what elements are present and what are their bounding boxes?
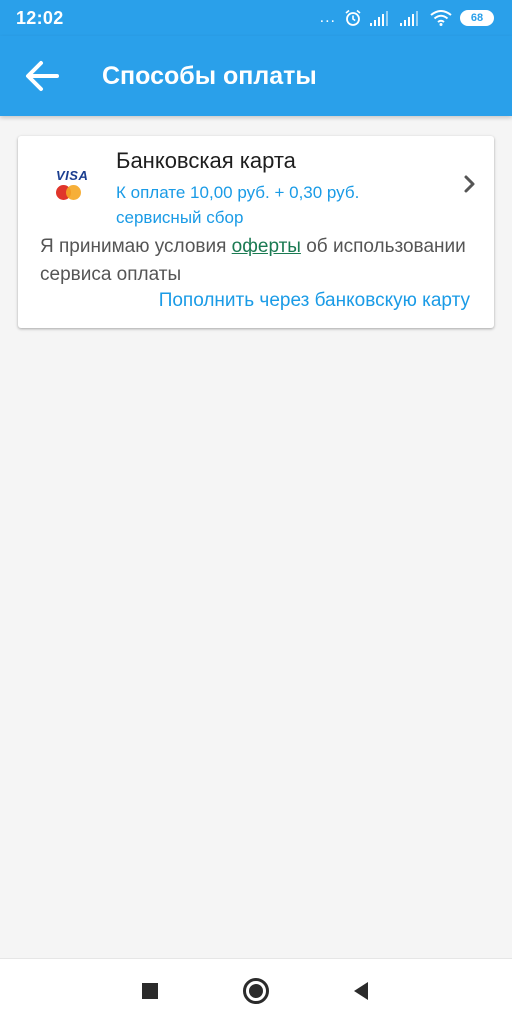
topup-via-card-link[interactable]: Пополнить через банковскую карту	[159, 290, 470, 312]
offer-link[interactable]: оферты	[232, 236, 301, 257]
arrow-left-icon	[26, 61, 59, 91]
circle-icon	[249, 984, 263, 998]
app-bar: Способы оплаты	[0, 36, 512, 116]
payment-method-title: Банковская карта	[116, 148, 296, 173]
system-nav-bar	[0, 958, 512, 1024]
status-bar: 12:02 ... 68	[0, 0, 512, 36]
payment-amount: К оплате 10,00 руб. + 0,30 руб. сервисны…	[116, 183, 360, 227]
bank-card-option[interactable]: VISA Банковская карта К оплате 10,00 руб…	[18, 136, 494, 232]
more-notifications-icon: ...	[319, 9, 336, 26]
recent-apps-button[interactable]	[142, 983, 158, 999]
terms-text: Я принимаю условия оферты об использован…	[40, 233, 480, 289]
back-button[interactable]	[0, 36, 84, 116]
page-title: Способы оплаты	[102, 61, 317, 90]
visa-logo-text: VISA	[56, 168, 89, 183]
home-button[interactable]	[243, 978, 269, 1004]
signal-icon-2	[400, 11, 418, 26]
visa-mastercard-icon: VISA	[54, 168, 90, 204]
battery-icon: 68	[460, 10, 494, 26]
payment-method-card: VISA Банковская карта К оплате 10,00 руб…	[18, 136, 494, 328]
terms-text-start: Я принимаю условия	[40, 236, 232, 257]
status-icons: ... 68	[320, 9, 494, 27]
status-time: 12:02	[16, 7, 64, 28]
signal-icon	[370, 11, 388, 26]
chevron-right-icon	[464, 175, 475, 193]
alarm-icon	[345, 9, 361, 26]
nav-back-button[interactable]	[352, 981, 370, 1001]
wifi-icon	[430, 10, 452, 26]
mastercard-yellow-circle	[66, 185, 81, 200]
